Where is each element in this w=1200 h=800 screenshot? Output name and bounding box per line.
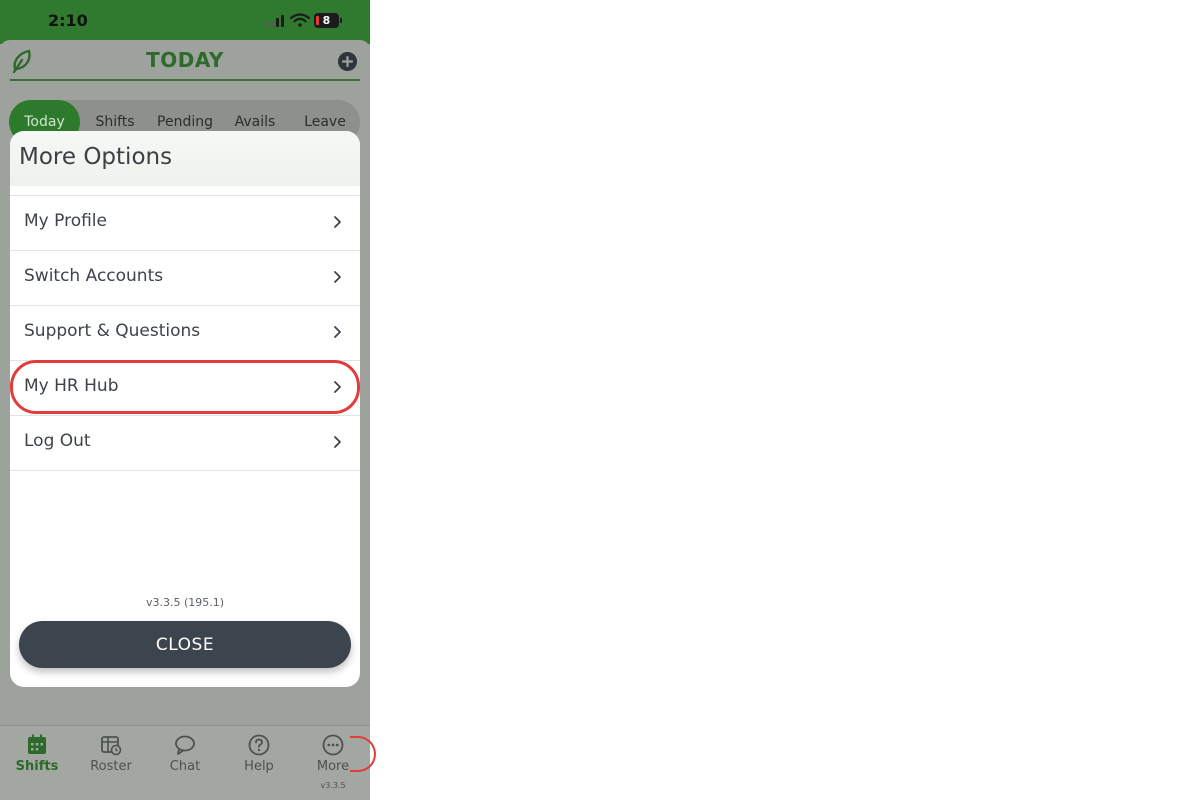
signal-icon: [266, 15, 286, 27]
chevron-right-icon: [334, 271, 341, 283]
option-support-questions[interactable]: Support & Questions: [10, 306, 360, 361]
header-divider: [10, 79, 360, 81]
close-button[interactable]: CLOSE: [19, 621, 351, 668]
nav-label-help: Help: [244, 759, 274, 774]
nav-label-chat: Chat: [169, 759, 201, 774]
more-options-modal: More Options My Profile Switch Accounts …: [10, 131, 360, 687]
modal-header: More Options: [10, 131, 360, 186]
option-label: My HR Hub: [24, 376, 119, 396]
page-title: TODAY: [146, 48, 224, 72]
calendar-icon: [28, 734, 46, 754]
status-bar: 2:10 8: [0, 0, 370, 44]
chevron-right-icon: [334, 436, 341, 448]
add-button[interactable]: [338, 52, 357, 71]
option-label: Log Out: [24, 431, 91, 451]
bottom-nav: Shifts Roster Chat Help More v3.3.5: [0, 725, 370, 800]
nav-shifts[interactable]: Shifts: [0, 734, 74, 774]
status-time: 2:10: [48, 11, 88, 30]
nav-label-shifts: Shifts: [15, 759, 59, 774]
chevron-right-icon: [334, 216, 341, 228]
version-text: v3.3.5 (195.1): [145, 596, 225, 609]
more-highlight-annotation: [350, 736, 376, 772]
nav-version-text: v3.3.5: [320, 781, 346, 790]
chevron-right-icon: [334, 381, 341, 393]
app-header: TODAY: [0, 40, 370, 82]
nav-label-roster: Roster: [90, 759, 132, 774]
option-switch-accounts[interactable]: Switch Accounts: [10, 251, 360, 306]
options-list: My Profile Switch Accounts Support & Que…: [10, 195, 360, 471]
wifi-icon: [290, 13, 310, 27]
option-label: My Profile: [24, 211, 107, 231]
option-log-out[interactable]: Log Out: [10, 416, 360, 471]
nav-chat[interactable]: Chat: [148, 734, 222, 774]
more-dots-icon: [322, 734, 344, 756]
modal-title: More Options: [19, 144, 173, 170]
nav-roster[interactable]: Roster: [74, 734, 148, 774]
option-label: Switch Accounts: [24, 266, 164, 286]
help-circle-icon: [248, 734, 270, 756]
roster-icon: [101, 736, 122, 756]
option-label: Support & Questions: [24, 321, 201, 341]
phone-screen: 2:10 8 TODAY Today Shifts Pending Avails…: [0, 0, 370, 800]
option-my-hr-hub[interactable]: My HR Hub: [10, 361, 360, 416]
chevron-right-icon: [334, 326, 341, 338]
option-my-profile[interactable]: My Profile: [10, 196, 360, 251]
nav-help[interactable]: Help: [222, 734, 296, 774]
chat-bubble-icon: [175, 735, 195, 755]
battery-icon: 8: [314, 13, 342, 28]
